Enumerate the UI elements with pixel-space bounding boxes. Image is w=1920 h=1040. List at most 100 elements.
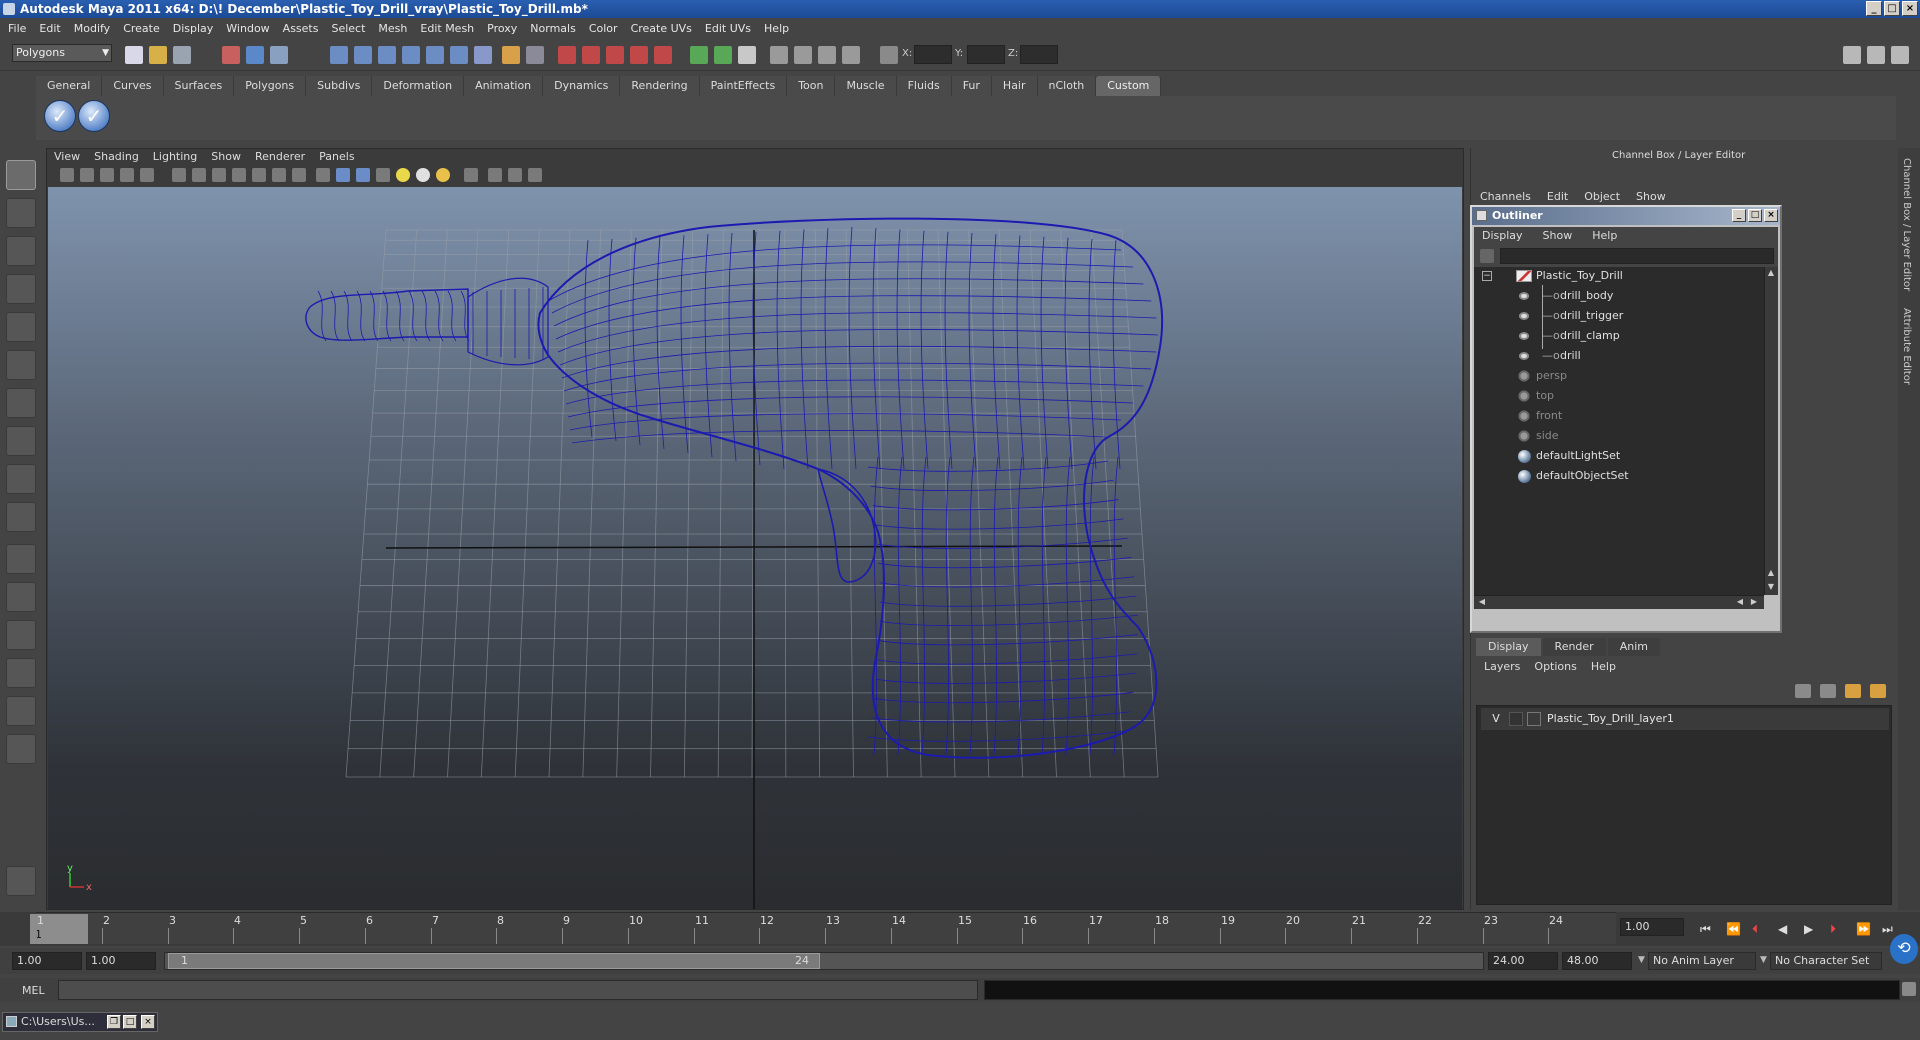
outliner-item[interactable]: defaultLightSet <box>1474 447 1762 465</box>
show-anim-icon[interactable] <box>714 46 732 64</box>
layer-color-swatch[interactable] <box>1527 712 1541 726</box>
open-scene-icon[interactable] <box>149 46 167 64</box>
cb-menu-edit[interactable]: Edit <box>1547 190 1568 203</box>
camera-attr-icon[interactable] <box>770 46 788 64</box>
lock-icon[interactable] <box>502 46 520 64</box>
hypershade-persp-layout-icon[interactable] <box>6 696 36 726</box>
texture-icon[interactable] <box>292 168 306 182</box>
graph-persp-layout-icon[interactable] <box>6 658 36 688</box>
select-hierarchy-icon[interactable] <box>222 46 240 64</box>
outliner-menu-display[interactable]: Display <box>1482 227 1523 245</box>
new-scene-icon[interactable] <box>125 46 143 64</box>
menu-edit[interactable]: Edit <box>39 22 60 35</box>
restore-button[interactable]: ❐ <box>107 1015 121 1029</box>
grid-toggle-icon[interactable] <box>140 168 154 182</box>
shelf-tab-rendering[interactable]: Rendering <box>620 76 700 96</box>
shelf-tab-animation[interactable]: Animation <box>464 76 544 96</box>
shelf-tab-dynamics[interactable]: Dynamics <box>543 76 621 96</box>
close-button[interactable]: × <box>141 1015 155 1029</box>
step-back-frame-icon[interactable]: ⏪ <box>1726 922 1741 936</box>
shelf-tab-fur[interactable]: Fur <box>951 76 992 96</box>
toggle-attribute-editor-icon[interactable] <box>1843 46 1861 64</box>
four-view-layout-icon[interactable] <box>6 582 36 612</box>
smooth-shade-icon[interactable] <box>336 168 350 182</box>
outliner-item[interactable]: top <box>1474 387 1762 405</box>
layer-visibility-toggle[interactable]: V <box>1489 708 1503 730</box>
menu-select[interactable]: Select <box>331 22 365 35</box>
manipulator-tool-icon[interactable] <box>6 388 36 418</box>
outliner-item[interactable]: —o drill_clamp <box>1474 327 1762 345</box>
menu-file[interactable]: File <box>8 22 26 35</box>
character-set-dropdown[interactable]: No Character Set <box>1770 952 1882 970</box>
step-forward-frame-icon[interactable]: ⏩ <box>1856 922 1871 936</box>
outliner-menu-help[interactable]: Help <box>1592 227 1617 245</box>
menu-create-uvs[interactable]: Create UVs <box>631 22 692 35</box>
viewport-menu-renderer[interactable]: Renderer <box>255 150 305 166</box>
outliner-item[interactable]: persp <box>1474 367 1762 385</box>
menu-color[interactable]: Color <box>589 22 618 35</box>
shelf-tab-hair[interactable]: Hair <box>991 76 1038 96</box>
scale-tool-icon[interactable] <box>6 350 36 380</box>
close-button[interactable]: × <box>1902 1 1918 16</box>
side-tab-channel-box[interactable]: Channel Box / Layer Editor <box>1901 158 1912 291</box>
film-gate-icon[interactable] <box>172 168 186 182</box>
viewport-menu-show[interactable]: Show <box>211 150 241 166</box>
outliner-vertical-scrollbar[interactable]: ▲ ▲ ▼ <box>1764 267 1778 595</box>
minimize-button[interactable]: _ <box>1866 1 1882 16</box>
layer-menu-options[interactable]: Options <box>1534 660 1576 673</box>
resolution-gate-icon[interactable] <box>192 168 206 182</box>
tool-settings-icon[interactable] <box>6 866 36 896</box>
outliner-horizontal-scrollbar[interactable]: ◀ ◀ ▶ <box>1474 595 1764 609</box>
default-light-icon[interactable] <box>396 168 410 182</box>
shelf-tab-fluids[interactable]: Fluids <box>896 76 952 96</box>
auto-key-icon[interactable]: ⟲ <box>1890 934 1918 964</box>
select-camera-icon[interactable] <box>60 168 74 182</box>
snap-point-icon[interactable] <box>378 46 396 64</box>
outliner-item[interactable]: Plastic_Toy_Drill <box>1474 267 1762 285</box>
rotate-tool-icon[interactable] <box>6 312 36 342</box>
mel-label[interactable]: MEL <box>22 984 45 997</box>
camera-attributes-icon[interactable] <box>80 168 94 182</box>
paint-select-tool-icon[interactable] <box>6 236 36 266</box>
minimized-window-item[interactable]: C:\Users\Us... ❐ □ × <box>2 1012 158 1032</box>
menu-set-dropdown[interactable]: Polygons ▼ <box>12 44 112 62</box>
ipr-render-icon[interactable] <box>582 46 600 64</box>
render-settings-icon[interactable] <box>606 46 624 64</box>
help-icon[interactable] <box>474 46 492 64</box>
shelf-tab-painteffects[interactable]: PaintEffects <box>699 76 788 96</box>
layer-type-toggle[interactable] <box>1509 712 1523 726</box>
cb-menu-show[interactable]: Show <box>1636 190 1666 203</box>
new-layer-selected-icon[interactable] <box>1820 684 1836 698</box>
select-tool-icon[interactable] <box>6 160 36 190</box>
shelf-tab-curves[interactable]: Curves <box>102 76 164 96</box>
shelf-tab-deformation[interactable]: Deformation <box>372 76 465 96</box>
outliner-item[interactable]: —o drill_body <box>1474 287 1762 305</box>
playback-end-field[interactable]: 24.00 <box>1488 952 1558 970</box>
shelf-tab-subdivs[interactable]: Subdivs <box>306 76 373 96</box>
toggle-channel-box-icon[interactable] <box>1891 46 1909 64</box>
shelf-tab-polygons[interactable]: Polygons <box>234 76 307 96</box>
snap-grid-icon[interactable] <box>330 46 348 64</box>
outliner-menu-show[interactable]: Show <box>1543 227 1573 245</box>
viewport-menu-view[interactable]: View <box>54 150 80 166</box>
bookmark-icon[interactable] <box>100 168 114 182</box>
camera-image-plane-icon[interactable] <box>842 46 860 64</box>
step-back-key-icon[interactable]: ⏴ <box>1752 922 1758 937</box>
animation-end-field[interactable]: 48.00 <box>1562 952 1632 970</box>
layer-move-down-icon[interactable] <box>1870 684 1886 698</box>
move-tool-icon[interactable] <box>6 274 36 304</box>
go-to-start-icon[interactable]: ⏮ <box>1700 922 1711 937</box>
shelf-tab-surfaces[interactable]: Surfaces <box>163 76 235 96</box>
last-tool-icon[interactable] <box>6 502 36 532</box>
shelf-tab-ncloth[interactable]: nCloth <box>1037 76 1097 96</box>
scroll-left-icon[interactable]: ◀ <box>1734 596 1746 608</box>
y-field[interactable] <box>967 45 1005 64</box>
menu-create[interactable]: Create <box>123 22 160 35</box>
layer-tab-anim[interactable]: Anim <box>1607 638 1660 656</box>
outliner-tree[interactable]: − Plastic_Toy_Drill —o drill_body —o dri… <box>1474 267 1764 595</box>
wire-on-shaded-icon[interactable] <box>356 168 370 182</box>
new-layer-empty-icon[interactable] <box>1795 684 1811 698</box>
textured-icon[interactable] <box>376 168 390 182</box>
history-icon[interactable] <box>450 46 468 64</box>
anim-layer-dropdown[interactable]: No Anim Layer <box>1648 952 1756 970</box>
